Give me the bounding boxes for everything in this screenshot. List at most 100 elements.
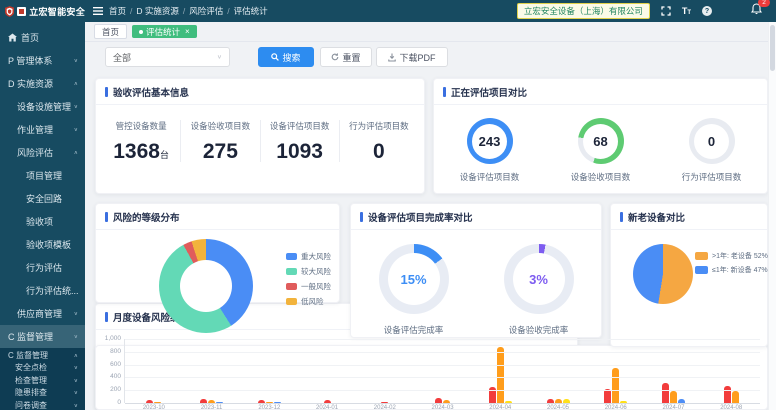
sidebar-item[interactable]: 项目管理 <box>0 164 85 187</box>
search-icon <box>271 53 279 61</box>
age-legend-swatch <box>695 266 708 274</box>
sidebar: 首页P 管理体系∨D 实施资源∧设备设施管理∨作业管理∨风险评估∧项目管理安全回… <box>0 22 85 410</box>
help-icon[interactable]: ? <box>702 6 712 16</box>
y-axis-tick-label: 600 <box>95 362 121 369</box>
sidebar-item[interactable]: 验收项 <box>0 210 85 233</box>
scrollbar-thumb[interactable] <box>770 25 775 71</box>
tab-assessment-stats[interactable]: 评估统计 × <box>132 25 197 38</box>
top-navbar: 立宏智能安全 首页 / D 实施资源 / 风险评估 / 评估统计 立宏安全设备（… <box>0 0 776 22</box>
gridline <box>125 352 760 353</box>
sidebar-submenu-item[interactable]: 检查管理∨ <box>0 374 85 387</box>
sidebar-item-label: 行为评估 <box>26 261 78 274</box>
gauge-acceptance-completion: 3% 设备验收完成率 <box>484 244 594 336</box>
menu-collapse-icon[interactable] <box>93 2 103 20</box>
font-size-icon[interactable]: TT <box>682 7 691 16</box>
x-axis-tick-label: 2024-07 <box>645 405 703 410</box>
close-tab-icon[interactable]: × <box>185 27 190 36</box>
sidebar-item[interactable]: 验收项模板 <box>0 233 85 256</box>
bar <box>724 386 731 403</box>
sidebar-submenu-item[interactable]: C 监督管理∧ <box>0 349 85 362</box>
tab-bar: 首页 评估统计 × <box>85 22 776 42</box>
breadcrumb-item[interactable]: 评估统计 <box>234 5 268 17</box>
bar-group: 2024-07 <box>645 339 703 403</box>
ring-behavior: 0 行为评估项目数 <box>664 118 760 183</box>
dashboard-app: 立宏智能安全 首页 / D 实施资源 / 风险评估 / 评估统计 立宏安全设备（… <box>0 0 776 410</box>
gauge-assessment-completion: 15% 设备评估完成率 <box>359 244 469 336</box>
card-title-bar <box>443 87 446 97</box>
card-title: 验收评估基本信息 <box>113 85 189 99</box>
y-axis-tick-label: 400 <box>95 374 121 381</box>
x-axis-tick-label: 2024-03 <box>414 405 472 410</box>
y-axis-tick-label: 0 <box>95 400 121 407</box>
x-axis-tick-label: 2024-06 <box>587 405 645 410</box>
sidebar-item-label: 作业管理 <box>17 123 74 136</box>
card-title: 设备评估项目完成率对比 <box>368 210 473 224</box>
gauge-value: 3% <box>513 253 565 305</box>
sidebar-item[interactable]: P 管理体系∨ <box>0 49 85 72</box>
chevron-down-icon: ∨ <box>74 402 78 408</box>
bar-group: 2024-02 <box>356 339 414 403</box>
topbar-actions: 立宏安全设备（上海）有限公司 TT ? 2 <box>517 2 776 20</box>
download-icon <box>388 53 396 62</box>
download-pdf-button[interactable]: 下载PDF <box>376 47 448 67</box>
tab-label: 评估统计 <box>146 26 180 38</box>
chevron-down-icon: ∨ <box>217 54 222 60</box>
ring-assessment: 243 设备评估项目数 <box>442 118 538 183</box>
notification-bell[interactable]: 2 <box>751 2 762 20</box>
card-title-bar <box>620 212 623 222</box>
breadcrumb-item[interactable]: D 实施资源 <box>136 5 179 17</box>
sidebar-item[interactable]: 首页 <box>0 26 85 49</box>
sidebar-item[interactable]: 行为评估统... <box>0 279 85 302</box>
x-axis-tick-label: 2023-10 <box>125 405 183 410</box>
page-scrollbar[interactable] <box>768 22 776 410</box>
company-button[interactable]: 立宏安全设备（上海）有限公司 <box>517 3 650 19</box>
sidebar-item[interactable]: 安全回路 <box>0 187 85 210</box>
tab-home[interactable]: 首页 <box>94 24 127 39</box>
x-axis-tick-label: 2023-11 <box>183 405 241 410</box>
risk-donut-chart <box>159 239 253 333</box>
device-age-legend: >1年: 老设备 52% ≤1年: 新设备 47% <box>695 251 768 279</box>
sidebar-item[interactable]: 设备设施管理∨ <box>0 95 85 118</box>
bar-group: 2023-12 <box>240 339 298 403</box>
search-button[interactable]: 搜索 <box>258 47 314 67</box>
legend-item: ≤1年: 新设备 47% <box>695 265 768 275</box>
sidebar-item[interactable]: 行为评估 <box>0 256 85 279</box>
x-axis-tick-label: 2024-01 <box>298 405 356 410</box>
sidebar-item-label: 项目管理 <box>26 169 78 182</box>
sidebar-item[interactable]: D 实施资源∧ <box>0 72 85 95</box>
fullscreen-icon[interactable] <box>661 6 671 16</box>
card-title-bar <box>105 312 108 322</box>
card-title-bar <box>360 212 363 222</box>
chevron-down-icon: ∨ <box>74 377 78 383</box>
gridline <box>125 339 760 340</box>
app-title: 立宏智能安全 <box>29 5 85 18</box>
bar-group: 2023-10 <box>125 339 183 403</box>
monthly-bar-chart: 2023-102023-112023-122024-012024-022024-… <box>95 332 768 410</box>
bar-group: 2024-03 <box>414 339 472 403</box>
notification-badge: 2 <box>758 0 770 7</box>
refresh-icon <box>331 53 339 61</box>
sidebar-item[interactable]: 作业管理∨ <box>0 118 85 141</box>
stat-managed-devices: 管控设备数量 1368台 <box>102 120 181 162</box>
sidebar-item-label: 行为评估统... <box>26 284 78 297</box>
risk-legend: 重大风险 较大风险 一般风险 低风险 <box>286 251 331 311</box>
filter-select[interactable]: 全部 ∨ <box>105 47 230 67</box>
reset-button[interactable]: 重置 <box>320 47 372 67</box>
sidebar-item[interactable]: 风险评估∧ <box>0 141 85 164</box>
x-axis-tick-label: 2024-05 <box>529 405 587 410</box>
logo-chip-icon <box>17 7 26 16</box>
sidebar-item[interactable]: C 监督管理∨ <box>0 325 85 348</box>
sidebar-submenu-item[interactable]: 问卷调查∨ <box>0 399 85 410</box>
breadcrumb-item[interactable]: 首页 <box>109 5 126 17</box>
sidebar-item[interactable]: 供应商管理∨ <box>0 302 85 325</box>
sidebar-item-label: D 实施资源 <box>8 77 74 90</box>
sidebar-item-label: 风险评估 <box>17 146 74 159</box>
active-tab-dot <box>139 30 143 34</box>
sidebar-submenu-item[interactable]: 隐患排查∨ <box>0 387 85 400</box>
card-completion-rate: 设备评估项目完成率对比 15% 设备评估完成率 3% 设备验收完成率 <box>350 203 602 338</box>
bar <box>497 347 504 403</box>
breadcrumb-item[interactable]: 风险评估 <box>189 5 223 17</box>
sidebar-submenu-item[interactable]: 安全点检∨ <box>0 362 85 375</box>
device-age-pie-chart <box>633 244 693 304</box>
bar <box>670 391 677 403</box>
